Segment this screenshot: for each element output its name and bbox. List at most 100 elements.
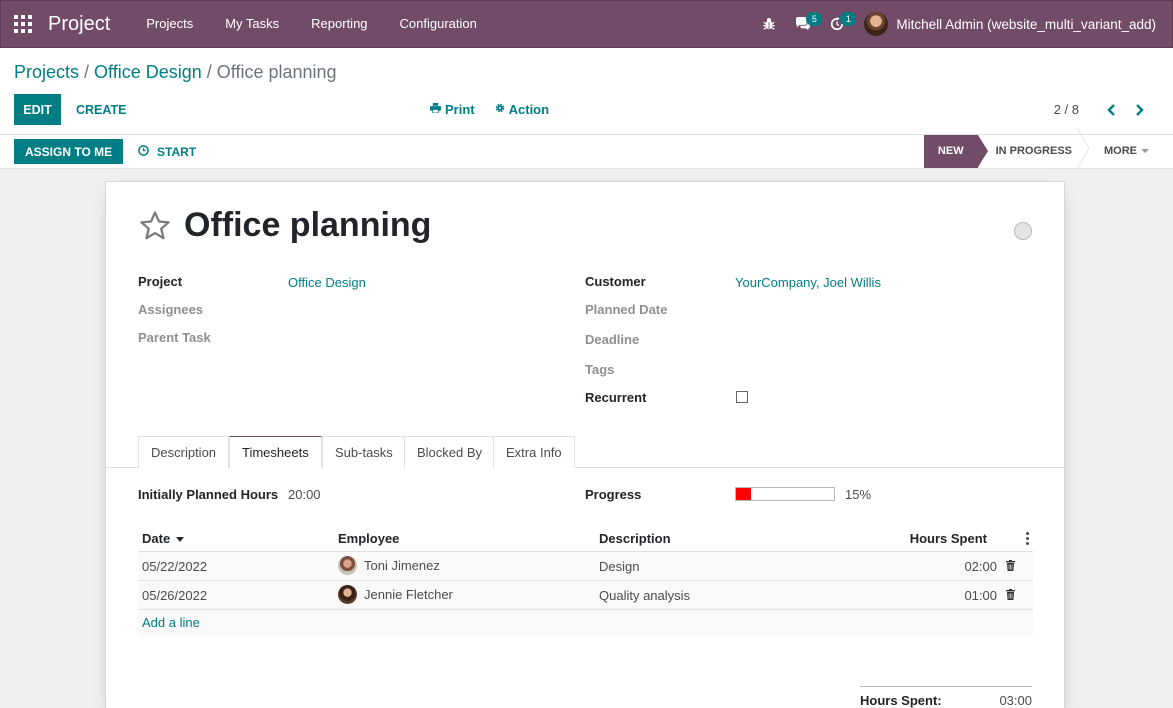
delete-row-icon[interactable] — [1006, 589, 1015, 600]
customer-value[interactable]: YourCompany, Joel Willis — [735, 275, 881, 290]
control-panel: Projects / Office Design / Office planni… — [0, 48, 1173, 135]
table-row[interactable]: 05/26/2022 Jennie Fletcher Quality analy… — [138, 581, 1033, 610]
column-date[interactable]: Date — [142, 530, 185, 546]
menu-projects[interactable]: Projects — [130, 0, 209, 48]
total-divider — [860, 686, 1032, 687]
edit-button[interactable]: EDIT — [14, 94, 61, 125]
kanban-state-indicator[interactable] — [1014, 222, 1032, 240]
row-description: Design — [599, 559, 640, 574]
tags-label: Tags — [585, 362, 615, 377]
assign-to-me-button[interactable]: ASSIGN TO ME — [14, 139, 124, 164]
pager-next-icon[interactable] — [1125, 96, 1153, 124]
main-navbar: Project Projects My Tasks Reporting Conf… — [0, 0, 1173, 48]
top-menu: Projects My Tasks Reporting Configuratio… — [130, 0, 493, 48]
column-employee[interactable]: Employee — [338, 531, 399, 546]
activities-icon[interactable]: 1 — [820, 0, 857, 48]
pager-previous-icon[interactable] — [1097, 96, 1125, 124]
column-description[interactable]: Description — [599, 531, 671, 546]
activities-badge: 1 — [840, 12, 857, 26]
priority-star-icon[interactable] — [138, 209, 172, 243]
print-label: Print — [445, 102, 475, 117]
optional-columns-icon[interactable] — [1026, 532, 1029, 545]
planned-hours-value[interactable]: 20:00 — [288, 487, 321, 502]
stage-in-progress[interactable]: IN PROGRESS — [978, 135, 1084, 168]
user-avatar — [864, 12, 889, 36]
row-employee: Jennie Fletcher — [338, 585, 453, 604]
row-hours: 02:00 — [964, 559, 997, 574]
customer-label: Customer — [585, 274, 646, 289]
parent-task-label: Parent Task — [138, 330, 211, 345]
action-menus: Print Action — [430, 94, 569, 125]
hours-spent-total-value: 03:00 — [999, 693, 1032, 708]
stage-new[interactable]: NEW — [923, 135, 988, 168]
table-header: Date Employee Description Hours Spent — [138, 525, 1033, 552]
systray: 5 1 Mitchell Admin (website_multi_varian… — [752, 1, 1172, 47]
timesheet-table: Date Employee Description Hours Spent 05… — [138, 525, 1033, 636]
table-row[interactable]: 05/22/2022 Toni Jimenez Design 02:00 — [138, 552, 1033, 581]
breadcrumb: Projects / Office Design / Office planni… — [14, 62, 337, 83]
column-date-label: Date — [142, 530, 171, 546]
progress-bar-fill — [736, 488, 751, 500]
hours-spent-total-label: Hours Spent: — [860, 693, 942, 708]
apps-menu-icon[interactable] — [14, 15, 32, 33]
breadcrumb-office-design[interactable]: Office Design — [94, 62, 202, 83]
row-date: 05/22/2022 — [142, 559, 208, 574]
recurrent-label: Recurrent — [585, 390, 647, 405]
sort-desc-icon — [176, 536, 185, 542]
project-label: Project — [138, 274, 183, 289]
planned-date-label: Planned Date — [585, 302, 668, 317]
column-hours-spent[interactable]: Hours Spent — [910, 531, 987, 546]
breadcrumb-projects[interactable]: Projects — [14, 62, 79, 83]
tab-sub-tasks[interactable]: Sub-tasks — [322, 436, 406, 468]
start-label: START — [157, 144, 197, 159]
messages-icon[interactable]: 5 — [786, 0, 823, 48]
add-line-row: Add a line — [138, 610, 1033, 636]
start-timer-button[interactable]: START — [128, 139, 206, 164]
pager-value[interactable]: 2 / 8 — [1054, 102, 1079, 117]
row-hours: 01:00 — [964, 588, 997, 603]
breadcrumb-separator: / — [206, 62, 212, 82]
task-title[interactable]: Office planning — [184, 206, 431, 245]
notebook-tabs: Description Timesheets Sub-tasks Blocked… — [106, 436, 1064, 469]
menu-reporting[interactable]: Reporting — [295, 0, 383, 48]
user-name: Mitchell Admin (website_multi_variant_ad… — [896, 16, 1156, 32]
recurrent-checkbox[interactable] — [736, 391, 748, 403]
tab-description[interactable]: Description — [138, 436, 230, 468]
stage-selector: NEW IN PROGRESS MORE — [923, 135, 1173, 168]
form-sheet: Office planning Project Office Design As… — [105, 181, 1065, 708]
employee-name: Toni Jimenez — [364, 558, 440, 573]
progress-label: Progress — [585, 487, 642, 502]
assignees-label: Assignees — [138, 302, 204, 317]
title-row: Office planning — [138, 206, 431, 245]
gear-icon — [495, 103, 505, 116]
create-button[interactable]: CREATE — [66, 94, 136, 125]
tab-extra-info[interactable]: Extra Info — [493, 436, 575, 468]
delete-row-icon[interactable] — [1006, 560, 1015, 571]
action-menu-button[interactable]: Action — [495, 102, 549, 117]
deadline-label: Deadline — [585, 332, 640, 347]
add-line-link[interactable]: Add a line — [142, 615, 200, 630]
tab-timesheets[interactable]: Timesheets — [229, 436, 322, 469]
menu-configuration[interactable]: Configuration — [384, 0, 493, 48]
breadcrumb-separator: / — [84, 62, 90, 82]
app-brand[interactable]: Project — [48, 13, 110, 36]
print-icon — [430, 103, 441, 116]
user-menu[interactable]: Mitchell Admin (website_multi_variant_ad… — [854, 1, 1172, 47]
employee-avatar — [338, 556, 357, 575]
tab-blocked-by[interactable]: Blocked By — [404, 436, 496, 468]
pager: 2 / 8 — [1054, 94, 1153, 125]
employee-avatar — [338, 585, 357, 604]
form-statusbar: ASSIGN TO ME START NEW IN PROGRESS MORE — [0, 135, 1173, 169]
clock-icon — [138, 144, 149, 159]
debug-icon[interactable] — [752, 0, 786, 48]
print-menu-button[interactable]: Print — [430, 102, 475, 117]
action-label: Action — [508, 102, 550, 117]
progress-bar — [735, 487, 835, 501]
planned-hours-label: Initially Planned Hours — [138, 487, 279, 502]
stage-more-dropdown[interactable]: MORE — [1084, 135, 1173, 168]
progress-percent: 15% — [845, 487, 872, 502]
project-value[interactable]: Office Design — [288, 275, 366, 290]
menu-my-tasks[interactable]: My Tasks — [209, 0, 295, 48]
row-description: Quality analysis — [599, 588, 691, 603]
caret-down-icon — [1141, 149, 1149, 154]
